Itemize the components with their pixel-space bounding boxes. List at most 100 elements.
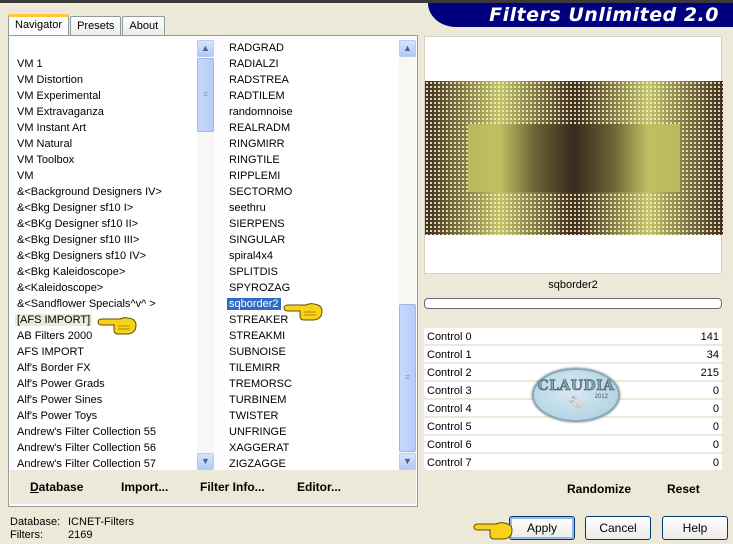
list-item[interactable]: VM Natural <box>13 136 197 152</box>
list-item[interactable]: SPLITDIS <box>225 264 399 280</box>
pointing-hand-icon <box>283 303 323 321</box>
list-item[interactable]: &<Bkg Designers sf10 IV> <box>13 248 197 264</box>
list-item[interactable]: TWISTER <box>225 408 399 424</box>
list-item[interactable]: RADGRAD <box>225 40 399 56</box>
tab-about[interactable]: About <box>122 16 166 36</box>
import-link[interactable]: Import... <box>121 480 168 494</box>
list-item-label: ZIGZAGGE <box>229 458 286 470</box>
pointing-hand-icon <box>473 522 513 540</box>
list-item-label: Andrew's Filter Collection 55 <box>17 426 157 438</box>
database-link[interactable]: Database <box>30 480 83 494</box>
list-item[interactable]: VM 1 <box>13 56 197 72</box>
scroll-up-icon[interactable]: ▲ <box>197 40 214 57</box>
tab-bar: Navigator Presets About <box>8 14 166 36</box>
list-item[interactable]: Alf's Power Sines <box>13 392 197 408</box>
list-item-label: TWISTER <box>229 410 279 422</box>
randomize-link[interactable]: Randomize <box>567 482 631 496</box>
list-item[interactable]: Andrew's Filter Collection 56 <box>13 440 197 456</box>
scroll-down-icon[interactable]: ▼ <box>197 453 214 470</box>
filter-scrollbar[interactable]: ▲ ≡ ▼ <box>399 40 416 470</box>
list-item-label: Andrew's Filter Collection 56 <box>17 442 157 454</box>
list-item[interactable]: UNFRINGE <box>225 424 399 440</box>
list-item[interactable]: SUBNOISE <box>225 344 399 360</box>
list-item[interactable]: RIPPLEMI <box>225 168 399 184</box>
list-item-label: SUBNOISE <box>229 346 286 358</box>
list-item[interactable]: SIERPENS <box>225 216 399 232</box>
list-item[interactable]: RINGTILE <box>225 152 399 168</box>
control-value: 215 <box>700 367 719 379</box>
list-item[interactable]: VM <box>13 168 197 184</box>
reset-link[interactable]: Reset <box>667 482 700 496</box>
list-item[interactable]: Andrew's Filter Collection 57 <box>13 456 197 470</box>
database-label: atabase <box>38 480 84 494</box>
list-item-label: SECTORMO <box>229 186 293 198</box>
control-label: Control 7 <box>427 457 472 469</box>
list-item[interactable]: Alf's Border FX <box>13 360 197 376</box>
scroll-thumb[interactable]: ≡ <box>197 58 214 132</box>
apply-button[interactable]: Apply <box>509 516 575 540</box>
list-item-label: Andrew's Filter Collection 57 <box>17 458 157 470</box>
list-item[interactable]: AFS IMPORT <box>13 344 197 360</box>
list-item[interactable]: &<Bkg Designer sf10 III> <box>13 232 197 248</box>
scroll-up-icon[interactable]: ▲ <box>399 40 416 57</box>
list-item[interactable]: STREAKMI <box>225 328 399 344</box>
cancel-button[interactable]: Cancel <box>585 516 651 540</box>
list-item[interactable]: RADSTREA <box>225 72 399 88</box>
list-item-label: VM Instant Art <box>17 122 87 134</box>
list-item[interactable]: spiral4x4 <box>225 248 399 264</box>
list-item[interactable]: seethru <box>225 200 399 216</box>
list-item-label: &<Bkg Designer sf10 III> <box>17 234 140 246</box>
list-item[interactable]: TREMORSC <box>225 376 399 392</box>
list-item[interactable]: &<BKg Designer sf10 II> <box>13 216 197 232</box>
scroll-down-icon[interactable]: ▼ <box>399 453 416 470</box>
list-item[interactable]: VM Extravaganza <box>13 104 197 120</box>
list-item-label: randomnoise <box>229 106 293 118</box>
tab-navigator[interactable]: Navigator <box>8 14 70 36</box>
list-item[interactable]: TILEMIRR <box>225 360 399 376</box>
list-item[interactable]: VM Distortion <box>13 72 197 88</box>
list-item[interactable]: RINGMIRR <box>225 136 399 152</box>
list-item[interactable]: randomnoise <box>225 104 399 120</box>
list-item[interactable]: &<Kaleidoscope> <box>13 280 197 296</box>
control-value: 0 <box>712 439 719 451</box>
list-item[interactable]: SECTORMO <box>225 184 399 200</box>
list-item[interactable]: Alf's Power Toys <box>13 408 197 424</box>
list-item-label: RINGMIRR <box>229 138 285 150</box>
list-item[interactable]: REALRADM <box>225 120 399 136</box>
control-slider-row[interactable]: Control 6 0 <box>424 436 722 454</box>
list-item[interactable]: SINGULAR <box>225 232 399 248</box>
help-button[interactable]: Help <box>662 516 728 540</box>
list-item[interactable]: VM Toolbox <box>13 152 197 168</box>
list-item[interactable]: VM Instant Art <box>13 120 197 136</box>
list-item[interactable]: RADTILEM <box>225 88 399 104</box>
category-scrollbar[interactable]: ▲ ≡ ▼ <box>197 40 214 470</box>
filter-info-link[interactable]: Filter Info... <box>200 480 265 494</box>
tab-presets[interactable]: Presets <box>70 16 122 36</box>
list-item[interactable]: &<Bkg Kaleidoscope> <box>13 264 197 280</box>
list-item[interactable]: XAGGERAT <box>225 440 399 456</box>
list-item[interactable]: ZIGZAGGE <box>225 456 399 470</box>
scroll-thumb[interactable]: ≡ <box>399 304 416 452</box>
list-item-label: Alf's Power Toys <box>17 410 98 422</box>
list-item[interactable]: Andrew's Filter Collection 55 <box>13 424 197 440</box>
filter-list[interactable]: RADGRAD RADIALZI RADSTREA RADTILEM randomnoi… <box>225 38 399 470</box>
control-slider-row[interactable]: Control 1 34 <box>424 346 722 364</box>
status-info: Database: ICNET-Filters Filters: 2169 <box>10 516 134 542</box>
list-item[interactable]: RADIALZI <box>225 56 399 72</box>
list-item[interactable]: &<Bkg Designer sf10 I> <box>13 200 197 216</box>
control-slider-row[interactable]: Control 0 141 <box>424 328 722 346</box>
category-list[interactable]: VM 1 VM Distortion VM Experimental VM Extra… <box>13 38 197 470</box>
list-item-label: SPYROZAG <box>229 282 291 294</box>
list-item-label: VM Distortion <box>17 74 84 86</box>
list-item[interactable]: SPYROZAG <box>225 280 399 296</box>
control-value: 0 <box>712 385 719 397</box>
list-item[interactable]: &<Sandflower Specials^v^ > <box>13 296 197 312</box>
list-item[interactable]: Alf's Power Grads <box>13 376 197 392</box>
editor-link[interactable]: Editor... <box>297 480 341 494</box>
preview-center <box>468 124 680 192</box>
list-item[interactable]: TURBINEM <box>225 392 399 408</box>
control-label: Control 6 <box>427 439 472 451</box>
list-item[interactable]: &<Background Designers IV> <box>13 184 197 200</box>
control-slider-row[interactable]: Control 7 0 <box>424 454 722 472</box>
list-item[interactable]: VM Experimental <box>13 88 197 104</box>
